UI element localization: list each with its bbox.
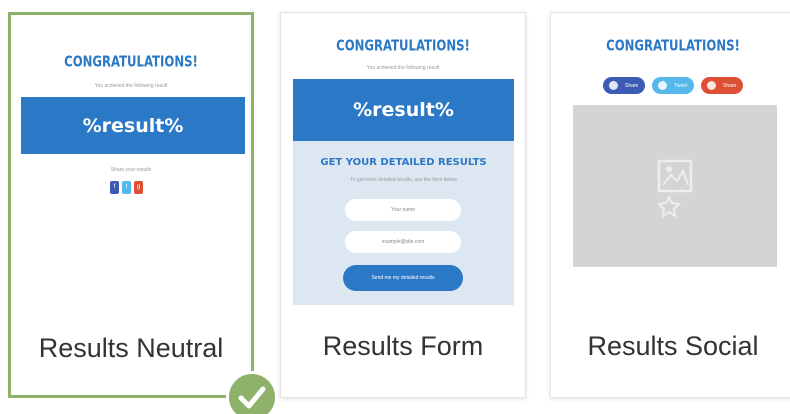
card-label: Results Form (322, 331, 484, 361)
selected-check-badge (226, 371, 278, 414)
share-label: Share (723, 82, 737, 89)
twitter-share-button[interactable]: Tweet (652, 77, 694, 94)
template-card-results-neutral[interactable]: CONGRATULATIONS! You achieved the follow… (8, 12, 254, 398)
share-text: Share your results (110, 167, 152, 173)
media-placeholder (573, 105, 777, 267)
twitter-icon: t (122, 181, 131, 194)
result-subtext: You achieved the following result (366, 65, 440, 71)
send-detailed-results-button[interactable]: Send me my detailed results (343, 265, 463, 291)
image-placeholder-icon (656, 159, 693, 219)
twitter-icon (658, 81, 667, 90)
facebook-icon (609, 81, 618, 90)
result-band: %result% (21, 97, 245, 154)
form-subtext: To get more detailed results, use the fo… (350, 177, 457, 183)
google-plus-icon (707, 81, 716, 90)
card-label: Results Neutral (38, 333, 224, 363)
tweet-label: Tweet (674, 82, 688, 89)
card-label: Results Social (587, 331, 759, 361)
google-plus-icon: g (134, 181, 143, 194)
congrats-title: CONGRATULATIONS! (64, 53, 198, 72)
result-subtext: You achieved the following result (94, 83, 168, 89)
email-input[interactable]: example@site.com (345, 231, 461, 253)
template-card-results-social[interactable]: CONGRATULATIONS! Share Tweet Share Resul… (550, 12, 790, 398)
congrats-title: CONGRATULATIONS! (606, 37, 740, 56)
facebook-share-button[interactable]: Share (603, 77, 645, 94)
facebook-icon: f (110, 181, 119, 194)
google-plus-share-button[interactable]: Share (701, 77, 743, 94)
share-label: Share (625, 82, 639, 89)
form-panel: GET YOUR DETAILED RESULTS To get more de… (293, 141, 514, 305)
congrats-title: CONGRATULATIONS! (336, 37, 470, 56)
name-input[interactable]: Your name (345, 199, 461, 221)
result-band: %result% (293, 79, 514, 141)
template-card-results-form[interactable]: CONGRATULATIONS! You achieved the follow… (280, 12, 526, 398)
check-icon (238, 386, 266, 409)
form-heading: GET YOUR DETAILED RESULTS (320, 157, 487, 168)
